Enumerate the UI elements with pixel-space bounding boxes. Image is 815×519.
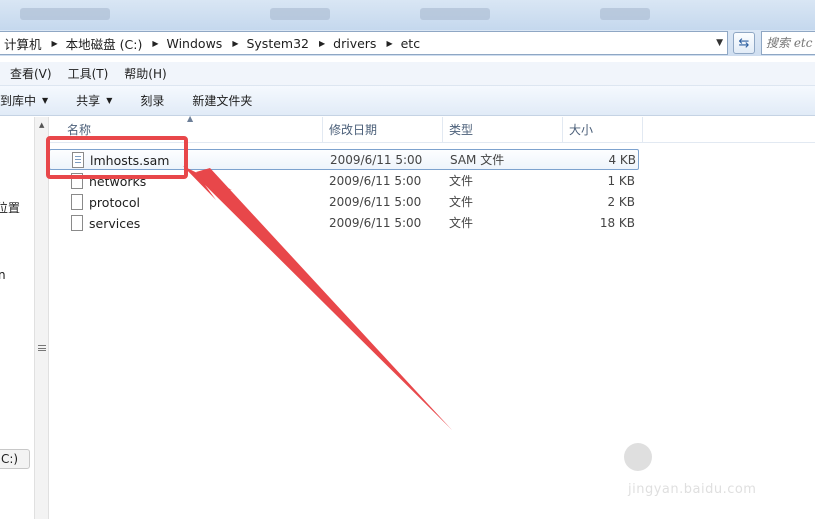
window-title-bar: [0, 0, 815, 30]
address-bar-row: 计算机 ▶ 本地磁盘 (C:) ▶ Windows ▶ System32 ▶ drive…: [0, 30, 815, 56]
column-header-date[interactable]: 修改日期: [323, 117, 443, 143]
chevron-right-icon[interactable]: ▶: [319, 39, 325, 48]
file-name: networks: [89, 174, 147, 189]
watermark-url: jingyan.baidu.com: [628, 482, 757, 497]
file-icon: [71, 194, 83, 210]
include-in-library-button[interactable]: 到库中 ▼: [0, 92, 62, 109]
breadcrumb-local-disk[interactable]: 本地磁盘 (C:) ▶: [66, 34, 167, 53]
breadcrumb-drivers[interactable]: drivers ▶: [333, 36, 400, 51]
dropdown-arrow-icon: ▼: [42, 96, 49, 105]
nav-item-local-disk[interactable]: C:): [0, 449, 30, 469]
menu-tools[interactable]: 工具(T): [60, 65, 117, 82]
blurred-title: [20, 8, 110, 20]
menu-help[interactable]: 帮助(H): [116, 65, 174, 82]
new-folder-button[interactable]: 新建文件夹: [178, 92, 266, 109]
search-box[interactable]: [761, 31, 815, 55]
column-headers: ▲ 名称 修改日期 类型 大小: [49, 114, 815, 143]
breadcrumb-windows[interactable]: Windows ▶: [167, 36, 247, 51]
paw-icon: [624, 442, 652, 471]
file-size: 2 KB: [607, 195, 635, 209]
file-name: protocol: [89, 195, 140, 210]
file-row-lmhosts[interactable]: lmhosts.sam 2009/6/11 5:00 SAM 文件 4 KB: [49, 149, 639, 170]
scrollbar-grip-icon[interactable]: [38, 345, 46, 351]
breadcrumb-system32[interactable]: System32 ▶: [246, 36, 333, 51]
share-button[interactable]: 共享 ▼: [62, 92, 126, 109]
document-icon: [72, 152, 84, 168]
file-date: 2009/6/11 5:00: [330, 153, 423, 167]
baidu-jingyan-watermark: jingyan.baidu.com: [622, 430, 812, 510]
chevron-right-icon[interactable]: ▶: [52, 39, 58, 48]
column-header-type[interactable]: 类型: [443, 117, 563, 143]
file-type: 文件: [449, 195, 474, 209]
nav-item-fragment[interactable]: n: [0, 268, 6, 282]
file-icon: [71, 173, 83, 189]
file-name: lmhosts.sam: [90, 153, 170, 168]
dropdown-arrow-icon: ▼: [106, 96, 113, 105]
breadcrumb-etc[interactable]: etc: [401, 36, 420, 51]
file-type: SAM 文件: [450, 153, 505, 167]
refresh-button[interactable]: ⇆: [733, 32, 755, 54]
file-row-networks[interactable]: networks 2009/6/11 5:00 文件 1 KB: [49, 171, 639, 192]
blurred-tab: [600, 8, 650, 20]
navigation-scrollbar[interactable]: ▲: [34, 117, 49, 519]
file-icon: [71, 215, 83, 231]
column-header-size[interactable]: 大小: [563, 117, 643, 143]
command-bar: 到库中 ▼ 共享 ▼ 刻录 新建文件夹: [0, 86, 815, 116]
blurred-tab: [420, 8, 490, 20]
file-size: 18 KB: [599, 216, 635, 230]
search-input[interactable]: [766, 36, 815, 50]
chevron-right-icon[interactable]: ▶: [232, 39, 238, 48]
refresh-icon: ⇆: [738, 35, 750, 51]
menu-bar: 查看(V) 工具(T) 帮助(H): [0, 62, 815, 86]
file-size: 4 KB: [608, 153, 636, 167]
file-date: 2009/6/11 5:00: [329, 216, 422, 230]
blurred-tab: [270, 8, 330, 20]
address-bar[interactable]: 计算机 ▶ 本地磁盘 (C:) ▶ Windows ▶ System32 ▶ drive…: [0, 31, 728, 55]
file-row-protocol[interactable]: protocol 2009/6/11 5:00 文件 2 KB: [49, 192, 639, 213]
watermark-logo: [622, 438, 654, 473]
file-date: 2009/6/11 5:00: [329, 174, 422, 188]
burn-button[interactable]: 刻录: [126, 92, 178, 109]
file-type: 文件: [449, 174, 474, 188]
file-date: 2009/6/11 5:00: [329, 195, 422, 209]
address-history-dropdown-icon[interactable]: ▼: [716, 38, 723, 48]
file-name: services: [89, 216, 141, 231]
chevron-right-icon[interactable]: ▶: [152, 39, 158, 48]
navigation-pane: 位置 n C:): [0, 117, 34, 519]
file-type: 文件: [449, 216, 474, 230]
nav-item-fragment[interactable]: 位置: [0, 199, 20, 216]
chevron-right-icon[interactable]: ▶: [386, 39, 392, 48]
menu-view[interactable]: 查看(V): [0, 65, 60, 82]
file-row-services[interactable]: services 2009/6/11 5:00 文件 18 KB: [49, 213, 639, 234]
column-header-name[interactable]: 名称: [61, 117, 323, 143]
breadcrumb-computer[interactable]: 计算机 ▶: [4, 34, 66, 53]
scroll-up-icon[interactable]: ▲: [39, 121, 44, 129]
file-size: 1 KB: [607, 174, 635, 188]
